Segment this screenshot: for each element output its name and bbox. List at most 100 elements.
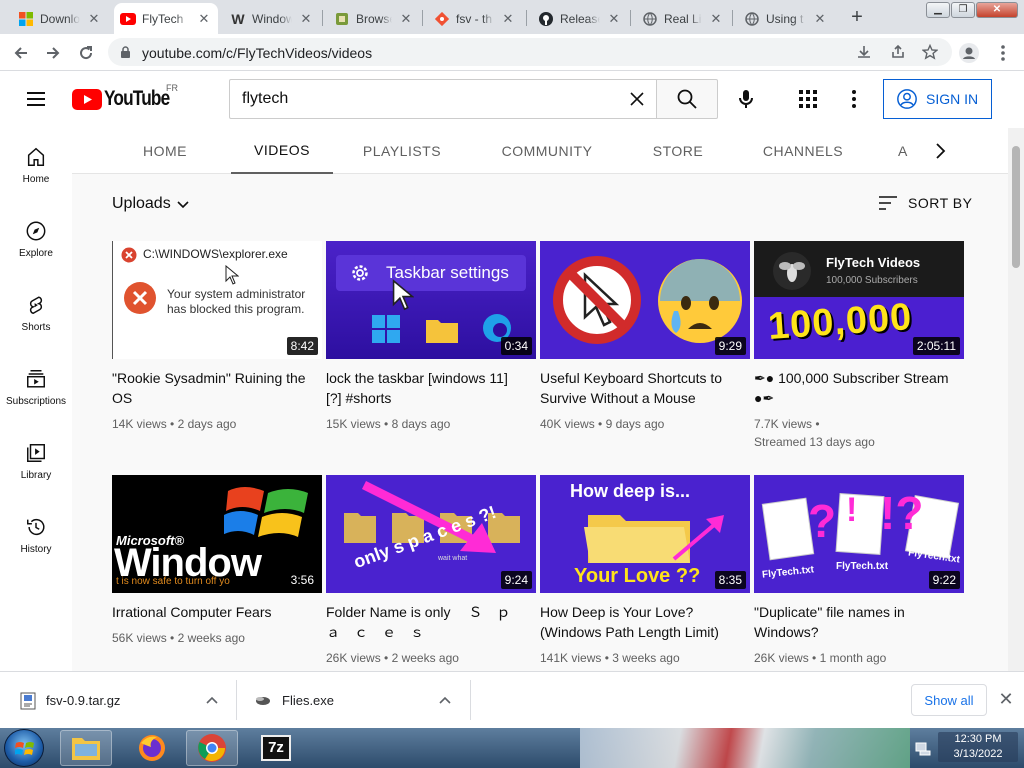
back-button[interactable] (8, 40, 34, 66)
tab-playlists[interactable]: PLAYLISTS (356, 128, 448, 174)
video-card[interactable]: Taskbar settings 0:34 lock the taskbar [… (326, 241, 536, 433)
close-tab-icon[interactable]: ✕ (708, 11, 724, 27)
tab-videos[interactable]: VIDEOS (231, 128, 333, 174)
tab-channels[interactable]: CHANNELS (754, 128, 852, 174)
close-tab-icon[interactable]: ✕ (606, 11, 622, 27)
new-tab-button[interactable]: + (846, 6, 868, 28)
chevron-up-icon[interactable] (437, 693, 453, 709)
browser-tab[interactable]: Using t ✕ (738, 3, 834, 34)
video-thumbnail[interactable]: FlyTech Videos 100,000 Subscribers 100,0… (754, 241, 964, 359)
tab-store[interactable]: STORE (644, 128, 712, 174)
windows-logo-icon (18, 11, 34, 27)
browser-tab-active[interactable]: FlyTech ✕ (114, 3, 218, 34)
window-close-button[interactable]: ✕ (976, 2, 1018, 18)
search-button[interactable] (656, 79, 718, 119)
video-card[interactable]: Microsoft® Window t is now safe to turn … (112, 475, 322, 647)
start-button[interactable] (4, 729, 44, 767)
clock-date: 3/13/2022 (953, 748, 1003, 760)
guide-item-subscriptions[interactable]: Subscriptions (0, 350, 72, 424)
profile-button[interactable] (956, 40, 982, 66)
show-all-button[interactable]: Show all (911, 684, 987, 716)
close-tab-icon[interactable]: ✕ (298, 11, 314, 27)
system-clock[interactable]: 12:30 PM 3/13/2022 (938, 732, 1018, 762)
settings-more-icon[interactable] (842, 87, 866, 111)
video-title[interactable]: lock the taskbar [windows 11] [?] #short… (326, 368, 536, 408)
browser-menu-button[interactable] (990, 40, 1016, 66)
maximize-button[interactable]: ❐ (951, 2, 975, 18)
taskbar-app[interactable] (126, 730, 178, 766)
close-tab-icon[interactable]: ✕ (196, 11, 212, 27)
download-item[interactable]: Flies.exe (254, 672, 334, 729)
tab-community[interactable]: COMMUNITY (492, 128, 602, 174)
video-thumbnail[interactable]: ?!?! FlyTech.txt FlyTech.txt FlyTech.txt… (754, 475, 964, 593)
minimize-button[interactable]: ▁ (926, 2, 950, 18)
video-thumbnail[interactable]: C:\WINDOWS\explorer.exe Your system admi… (112, 241, 322, 359)
video-thumbnail[interactable]: How deep is... Your Love ?? 8:35 (540, 475, 750, 593)
video-card[interactable]: ?!?! FlyTech.txt FlyTech.txt FlyTech.txt… (754, 475, 964, 667)
video-card[interactable]: FlyTech Videos 100,000 Subscribers 100,0… (754, 241, 964, 451)
sort-by-button[interactable]: SORT BY (878, 195, 972, 211)
microphone-icon[interactable] (734, 87, 758, 111)
video-meta: 7.7K views • Streamed 13 days ago (754, 417, 875, 449)
taskbar-app[interactable] (186, 730, 238, 766)
browser-tab[interactable]: Release ✕ (532, 3, 628, 34)
video-title[interactable]: "Rookie Sysadmin" Ruining the OS (112, 368, 322, 408)
guide-item-library[interactable]: Library (0, 424, 72, 498)
close-tab-icon[interactable]: ✕ (500, 11, 516, 27)
guide-item-explore[interactable]: Explore (0, 202, 72, 276)
close-tab-icon[interactable]: ✕ (398, 11, 414, 27)
browser-tab[interactable]: Browse ✕ (328, 3, 420, 34)
video-card[interactable]: 9:29 Useful Keyboard Shortcuts to Surviv… (540, 241, 750, 433)
browser-tab[interactable]: Download ✕ (12, 3, 108, 34)
video-title[interactable]: "Duplicate" file names in Windows? (754, 602, 964, 642)
browser-tab[interactable]: fsv - th ✕ (428, 3, 522, 34)
video-thumbnail[interactable]: Microsoft® Window t is now safe to turn … (112, 475, 322, 593)
view-count: 26K views (754, 651, 809, 665)
clear-search-icon[interactable] (626, 88, 648, 110)
search-input[interactable]: flytech (229, 79, 657, 119)
apps-grid-icon[interactable] (796, 87, 820, 111)
svg-text:!: ! (846, 491, 857, 529)
share-icon[interactable] (890, 44, 906, 60)
address-bar[interactable]: youtube.com/c/FlyTechVideos/videos (108, 38, 952, 66)
clock-time: 12:30 PM (954, 733, 1002, 745)
tab-home[interactable]: HOME (132, 128, 198, 174)
close-tab-icon[interactable]: ✕ (86, 11, 102, 27)
video-title[interactable]: Folder Name is only Ｓ ｐ ａ ｃ ｅ ｓ (326, 602, 536, 642)
video-title[interactable]: ✒● 100,000 Subscriber Stream ●✒ (754, 368, 964, 408)
video-thumbnail[interactable]: only s p a c e s ?! wait what 9:24 (326, 475, 536, 593)
close-icon[interactable]: ✕ (996, 689, 1016, 709)
download-install-icon[interactable] (856, 44, 872, 60)
sign-in-button[interactable]: SIGN IN (883, 79, 992, 119)
taskbar-app[interactable] (60, 730, 112, 766)
video-title[interactable]: Useful Keyboard Shortcuts to Survive Wit… (540, 368, 750, 408)
video-card[interactable]: only s p a c e s ?! wait what 9:24 Folde… (326, 475, 536, 667)
close-tab-icon[interactable]: ✕ (812, 11, 828, 27)
video-thumbnail[interactable]: 9:29 (540, 241, 750, 359)
guide-item-history[interactable]: History (0, 498, 72, 572)
video-thumbnail[interactable]: Taskbar settings 0:34 (326, 241, 536, 359)
chevron-right-icon[interactable] (928, 139, 952, 163)
chevron-up-icon[interactable] (204, 693, 220, 709)
bookmark-star-icon[interactable] (922, 44, 938, 60)
taskbar-app[interactable]: 7z (250, 730, 302, 766)
uploads-dropdown[interactable]: Uploads (112, 195, 191, 213)
lock-icon (121, 46, 130, 58)
video-meta: 40K views • 9 days ago (540, 417, 665, 431)
guide-item-home[interactable]: Home (0, 128, 72, 202)
video-card[interactable]: How deep is... Your Love ?? 8:35 How Dee… (540, 475, 750, 667)
scrollbar-thumb[interactable] (1012, 146, 1020, 268)
video-meta: 15K views • 8 days ago (326, 417, 451, 431)
network-icon[interactable] (914, 739, 932, 757)
download-item[interactable]: fsv-0.9.tar.gz (20, 672, 120, 729)
browser-tab[interactable]: Real Life ✕ (636, 3, 730, 34)
guide-item-shorts[interactable]: Shorts (0, 276, 72, 350)
reload-button[interactable] (73, 40, 99, 66)
forward-button[interactable] (40, 40, 66, 66)
video-card[interactable]: C:\WINDOWS\explorer.exe Your system admi… (112, 241, 322, 433)
hamburger-menu-icon[interactable] (24, 87, 48, 111)
tab-about-clipped[interactable]: A (898, 128, 918, 174)
video-title[interactable]: How Deep is Your Love? (Windows Path Len… (540, 602, 750, 642)
browser-tab[interactable]: W Windows ✕ (224, 3, 320, 34)
video-title[interactable]: Irrational Computer Fears (112, 602, 322, 622)
